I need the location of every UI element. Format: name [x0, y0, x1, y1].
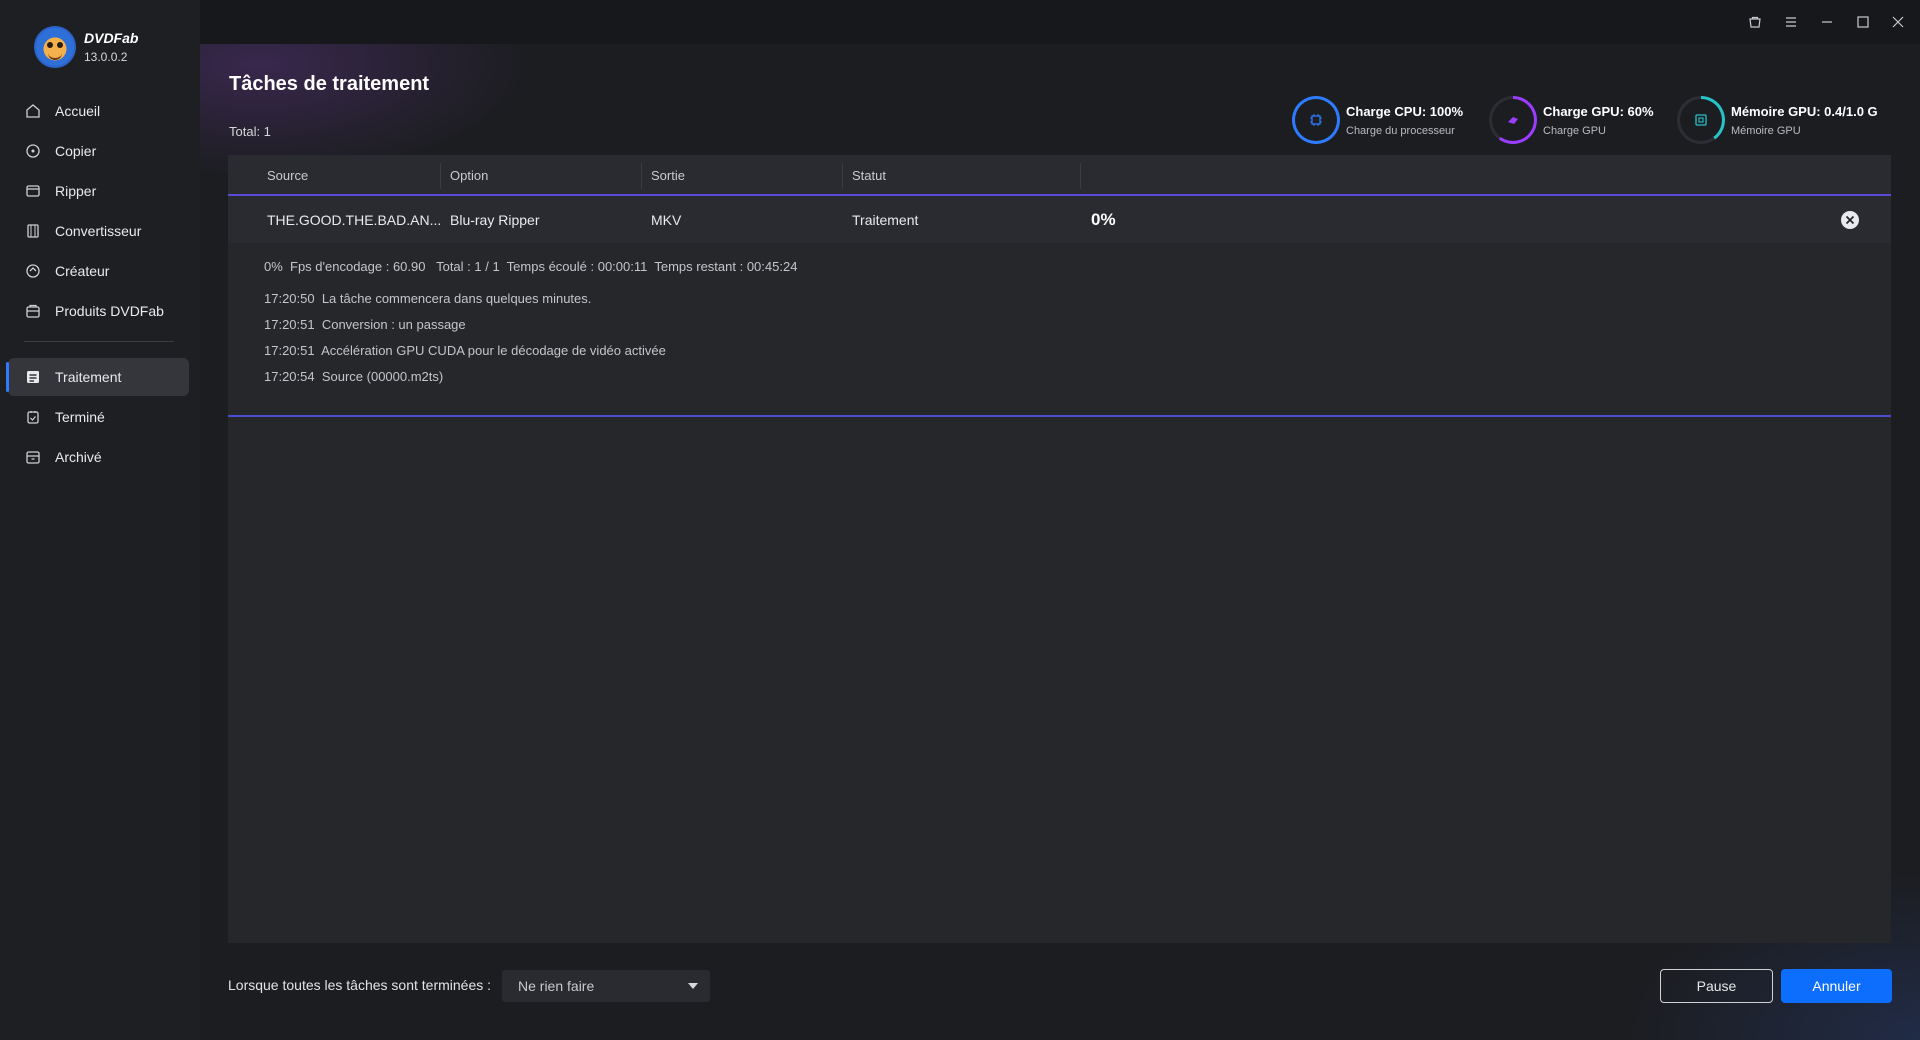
after-completion-label: Lorsque toutes les tâches sont terminées… [228, 977, 492, 993]
menu-button[interactable] [1781, 12, 1801, 32]
close-icon [1892, 16, 1904, 28]
task-source: THE.GOOD.THE.BAD.AN... [267, 212, 442, 228]
minimize-icon [1822, 21, 1832, 23]
task-details: 0% Fps d'encodage : 60.90 Total : 1 / 1 … [228, 243, 1891, 417]
sidebar-item-label: Archivé [55, 449, 102, 465]
sidebar-item-createur[interactable]: Créateur [8, 252, 189, 290]
column-header-output[interactable]: Sortie [651, 168, 685, 183]
ripper-icon [26, 185, 40, 197]
gpu-memory-title: Mémoire GPU: 0.4/1.0 G [1731, 103, 1878, 119]
products-icon [26, 304, 40, 318]
task-status: Traitement [852, 212, 919, 228]
gpu-load-ring [1489, 96, 1537, 144]
maximize-icon [1857, 16, 1869, 28]
cpu-icon [1310, 114, 1322, 126]
sidebar-item-copier[interactable]: Copier [8, 132, 189, 170]
task-option: Blu-ray Ripper [450, 212, 540, 228]
sidebar-item-traitement[interactable]: Traitement [6, 358, 189, 396]
close-window-button[interactable] [1888, 12, 1908, 32]
select-value: Ne rien faire [518, 978, 595, 994]
column-header-source[interactable]: Source [267, 168, 308, 183]
sidebar-item-label: Traitement [55, 369, 122, 385]
gpu-memory-ring [1677, 96, 1725, 144]
chevron-down-icon [688, 983, 698, 989]
store-button[interactable] [1745, 12, 1765, 32]
sidebar-item-label: Copier [55, 143, 97, 159]
sidebar-item-label: Accueil [55, 103, 101, 119]
sidebar-item-produits[interactable]: Produits DVDFab [8, 292, 189, 330]
sidebar-item-convertisseur[interactable]: Convertisseur [8, 212, 189, 250]
column-header-option[interactable]: Option [450, 168, 488, 183]
column-separator [440, 163, 441, 189]
sidebar-item-label: Créateur [55, 263, 110, 279]
sidebar-item-ripper[interactable]: Ripper [8, 172, 189, 210]
converter-icon [27, 224, 39, 238]
creator-icon [26, 264, 40, 278]
sidebar-item-accueil[interactable]: Accueil [8, 92, 189, 130]
column-separator [641, 163, 642, 189]
log-line: 17:20:50 La tâche commencera dans quelqu… [264, 291, 592, 306]
sidebar-item-label: Terminé [55, 409, 105, 425]
task-progress: 0% [1091, 210, 1116, 229]
column-separator [1080, 163, 1081, 189]
sidebar-item-label: Ripper [55, 183, 97, 199]
home-icon [26, 104, 40, 118]
finished-icon [27, 411, 39, 424]
cancel-button[interactable]: Annuler [1781, 969, 1892, 1003]
processing-icon [27, 371, 39, 383]
remove-task-button[interactable] [1841, 211, 1859, 229]
archive-icon [26, 451, 40, 464]
total-count: Total: 1 [229, 124, 271, 139]
table-header: Source Option Sortie Statut [228, 155, 1891, 196]
task-summary: 0% Fps d'encodage : 60.90 Total : 1 / 1 … [264, 259, 798, 274]
task-output: MKV [651, 212, 682, 228]
log-line: 17:20:51 Accélération GPU CUDA pour le d… [264, 343, 666, 358]
minimize-button[interactable] [1817, 12, 1837, 32]
close-icon [1845, 215, 1855, 225]
column-header-status[interactable]: Statut [852, 168, 886, 183]
log-line: 17:20:51 Conversion : un passage [264, 317, 466, 332]
gpu-load-stat: Charge GPU: 60% Charge GPU [1489, 96, 1654, 144]
after-completion-select[interactable]: Ne rien faire [502, 970, 710, 1002]
log-line: 17:20:54 Source (00000.m2ts) [264, 369, 444, 384]
cpu-load-ring [1292, 96, 1340, 144]
memory-icon [1695, 114, 1707, 126]
gpu-load-title: Charge GPU: 60% [1543, 103, 1654, 119]
copy-icon [26, 144, 40, 158]
maximize-button[interactable] [1853, 12, 1873, 32]
gpu-memory-subtitle: Mémoire GPU [1731, 124, 1801, 137]
cpu-load-subtitle: Charge du processeur [1346, 124, 1455, 137]
sidebar-item-label: Convertisseur [55, 223, 142, 239]
sidebar-item-termine[interactable]: Terminé [8, 398, 189, 436]
app-version: 13.0.0.2 [84, 50, 128, 64]
page-title: Tâches de traitement [229, 73, 430, 95]
title-bar [200, 0, 1920, 44]
sidebar-item-archive[interactable]: Archivé [8, 438, 189, 476]
task-table: Source Option Sortie Statut THE.GOOD.THE… [228, 155, 1891, 943]
brand: DVDFab 13.0.0.2 [34, 26, 138, 68]
cpu-load-stat: Charge CPU: 100% Charge du processeur [1292, 96, 1463, 144]
app-name: DVDFab [84, 30, 139, 46]
sidebar: DVDFab 13.0.0.2 Accueil Copier Ripper Co… [0, 0, 200, 1040]
table-row[interactable]: THE.GOOD.THE.BAD.AN... Blu-ray Ripper MK… [228, 196, 1891, 243]
sidebar-item-label: Produits DVDFab [55, 303, 164, 319]
gpu-memory-stat: Mémoire GPU: 0.4/1.0 G Mémoire GPU [1677, 96, 1878, 144]
cpu-load-title: Charge CPU: 100% [1346, 103, 1464, 119]
pause-button[interactable]: Pause [1660, 969, 1773, 1003]
gpu-icon [1508, 117, 1518, 124]
menu-icon [1786, 17, 1796, 27]
nav-divider [24, 341, 174, 342]
column-separator [842, 163, 843, 189]
dvdfab-logo [34, 26, 76, 68]
shop-icon [1749, 16, 1761, 28]
gpu-load-subtitle: Charge GPU [1543, 124, 1606, 137]
